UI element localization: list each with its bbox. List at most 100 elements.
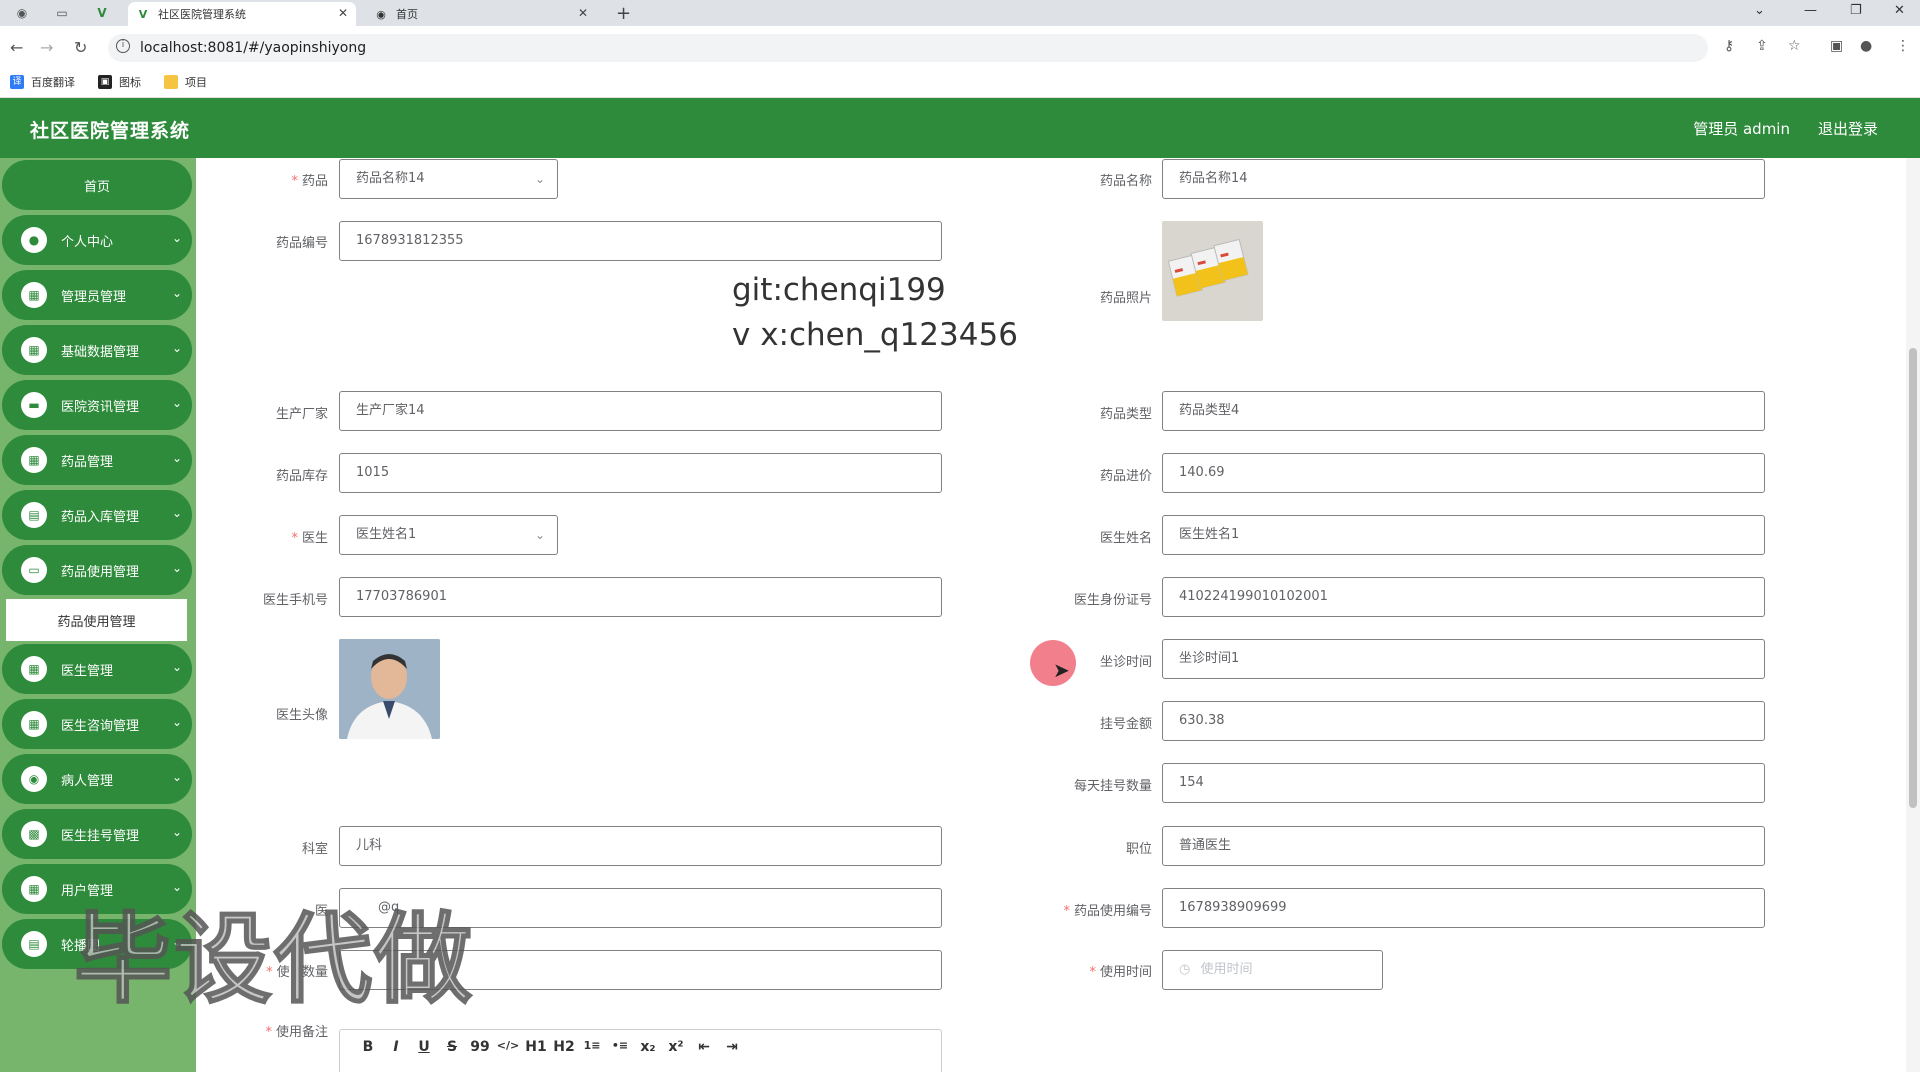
doctor-id-field[interactable]: 410224199010102001 xyxy=(1162,577,1765,617)
chevron-down-icon: ⌄ xyxy=(171,506,182,520)
doctor-phone-field[interactable]: 17703786901 xyxy=(339,577,942,617)
drug-code-field[interactable]: 1678931812355 xyxy=(339,221,942,261)
chevron-down-icon[interactable]: ⌄ xyxy=(1754,3,1765,18)
sidebar-item-label: 药品入库管理 xyxy=(61,509,140,525)
scrollbar-thumb[interactable] xyxy=(1909,348,1917,808)
sidebar-item-label: 个人中心 xyxy=(61,234,114,250)
stock-field[interactable]: 1015 xyxy=(339,453,942,493)
subscript-icon[interactable]: x₂ xyxy=(634,1039,662,1055)
drug-type-label: 药品类型 xyxy=(1099,407,1152,422)
chevron-down-icon: ⌄ xyxy=(171,286,182,300)
underline-icon[interactable]: U xyxy=(410,1039,438,1055)
doctor-name-field[interactable]: 医生姓名1 xyxy=(1162,515,1765,555)
chevron-down-icon: ⌄ xyxy=(171,396,182,410)
sidebar-subitem-drug-usage[interactable]: 药品使用管理 xyxy=(6,599,187,641)
rich-text-editor[interactable]: B I U S 99 </> H1 H2 1≡ •≡ x₂ x² ⇤ ⇥ xyxy=(339,1029,942,1072)
bookmark-project[interactable]: 项目 xyxy=(164,74,207,90)
key-icon[interactable]: ⚷ xyxy=(1724,38,1734,54)
drug-select[interactable]: 药品名称14 ⌄ xyxy=(339,159,558,199)
back-icon[interactable]: ← xyxy=(10,38,23,57)
sidebar-item-drug-stock-in[interactable]: ▤ 药品入库管理 ⌄ xyxy=(2,490,192,540)
sidebar-item-label: 药品管理 xyxy=(61,454,114,470)
grid-icon: ▦ xyxy=(21,876,47,902)
watermark-line2: v x:chen_q123456 xyxy=(732,317,1018,353)
logout-link[interactable]: 退出登录 xyxy=(1818,118,1878,139)
profile-icon[interactable]: ● xyxy=(1860,38,1872,54)
doctor-avatar-label: 医生头像 xyxy=(275,708,328,723)
stock-label: 药品库存 xyxy=(275,469,328,484)
vue-logo-icon[interactable]: V xyxy=(90,4,114,22)
tab-active[interactable]: V 社区医院管理系统 ✕ xyxy=(128,2,356,26)
superscript-icon[interactable]: x² xyxy=(662,1039,690,1055)
blank-tab-icon[interactable]: ▭ xyxy=(50,4,74,22)
sidebar-item-profile[interactable]: ● 个人中心 ⌄ xyxy=(2,215,192,265)
close-icon[interactable]: ✕ xyxy=(578,6,588,20)
sidebar-item-news[interactable]: ▬ 医院资讯管理 ⌄ xyxy=(2,380,192,430)
doctor-select-value: 医生姓名1 xyxy=(356,527,417,542)
manufacturer-field[interactable]: 生产厂家14 xyxy=(339,391,942,431)
drug-name-label: 药品名称 xyxy=(1099,174,1152,189)
doctor-avatar-image xyxy=(339,639,440,739)
use-code-field[interactable]: 1678938909699 xyxy=(1162,888,1765,928)
indent-icon[interactable]: ⇥ xyxy=(718,1039,746,1055)
github-icon[interactable]: ◉ xyxy=(10,4,34,22)
share-icon[interactable]: ⇪ xyxy=(1756,38,1768,54)
fee-label: 挂号金额 xyxy=(1099,717,1152,732)
fee-field[interactable]: 630.38 xyxy=(1162,701,1765,741)
sidebar-item-admin[interactable]: ▦ 管理员管理 ⌄ xyxy=(2,270,192,320)
bookmark-baidu-translate[interactable]: 译 百度翻译 xyxy=(10,74,75,90)
doctor-select[interactable]: 医生姓名1 ⌄ xyxy=(339,515,558,555)
h2-icon[interactable]: H2 xyxy=(550,1039,578,1055)
sidebar-item-consult[interactable]: ▦ 医生咨询管理 ⌄ xyxy=(2,699,192,749)
bold-icon[interactable]: B xyxy=(354,1039,382,1055)
star-icon[interactable]: ☆ xyxy=(1788,38,1801,54)
quote-icon[interactable]: 99 xyxy=(466,1039,494,1055)
code-icon[interactable]: </> xyxy=(494,1039,522,1055)
reload-icon[interactable]: ↻ xyxy=(74,38,87,57)
close-window-icon[interactable]: ✕ xyxy=(1894,3,1905,18)
sidebar-item-drugs[interactable]: ▦ 药品管理 ⌄ xyxy=(2,435,192,485)
sidebar-item-doctors[interactable]: ▦ 医生管理 ⌄ xyxy=(2,644,192,694)
strike-icon[interactable]: S xyxy=(438,1039,466,1055)
sidebar-item-base-data[interactable]: ▦ 基础数据管理 ⌄ xyxy=(2,325,192,375)
bookmark-label: 图标 xyxy=(119,76,141,89)
ordered-list-icon[interactable]: 1≡ xyxy=(578,1039,606,1055)
bookmark-icons[interactable]: ▣ 图标 xyxy=(98,74,141,90)
page-scrollbar[interactable] xyxy=(1906,158,1920,1072)
sidebar-subitem-label: 药品使用管理 xyxy=(57,614,136,630)
h1-icon[interactable]: H1 xyxy=(522,1039,550,1055)
restore-icon[interactable]: ❐ xyxy=(1850,3,1862,18)
sidebar-item-label: 管理员管理 xyxy=(61,289,127,305)
info-icon[interactable]: i xyxy=(116,39,130,53)
app-header: 社区医院管理系统 管理员 admin 退出登录 xyxy=(0,98,1920,158)
grid-icon: ▦ xyxy=(21,447,47,473)
use-time-label: * 使用时间 xyxy=(1089,965,1152,980)
tab-home[interactable]: ◉ 首页 ✕ xyxy=(366,2,596,26)
doctor-select-label: * 医生 xyxy=(291,531,328,546)
bookmark-label: 项目 xyxy=(185,76,207,89)
daily-count-field[interactable]: 154 xyxy=(1162,763,1765,803)
close-icon[interactable]: ✕ xyxy=(338,6,348,20)
outdent-icon[interactable]: ⇤ xyxy=(690,1039,718,1055)
sidebar-item-label: 首页 xyxy=(83,179,110,195)
price-field[interactable]: 140.69 xyxy=(1162,453,1765,493)
position-field[interactable]: 普通医生 xyxy=(1162,826,1765,866)
clinic-time-field[interactable]: 坐诊时间1 xyxy=(1162,639,1765,679)
url-field[interactable]: i localhost:8081/#/yaopinshiyong xyxy=(108,34,1708,62)
new-tab-icon[interactable]: + xyxy=(616,3,631,24)
tab-title: 首页 xyxy=(396,8,418,21)
drug-type-field[interactable]: 药品类型4 xyxy=(1162,391,1765,431)
drug-name-field[interactable]: 药品名称14 xyxy=(1162,159,1765,199)
sidebar-item-drug-usage[interactable]: ▭ 药品使用管理 ⌄ xyxy=(2,545,192,595)
use-time-picker[interactable]: ◷ 使用时间 xyxy=(1162,950,1383,990)
sidebar-item-registration[interactable]: ▩ 医生挂号管理 ⌄ xyxy=(2,809,192,859)
italic-icon[interactable]: I xyxy=(382,1039,410,1055)
sidepanel-icon[interactable]: ▣ xyxy=(1830,38,1843,54)
sidebar-item-home[interactable]: 首页 xyxy=(2,160,192,210)
forward-icon[interactable]: → xyxy=(40,38,53,57)
more-icon[interactable]: ⋮ xyxy=(1896,38,1910,54)
minimize-icon[interactable]: — xyxy=(1804,3,1817,18)
bullet-list-icon[interactable]: •≡ xyxy=(606,1039,634,1055)
department-field[interactable]: 儿科 xyxy=(339,826,942,866)
sidebar-item-patients[interactable]: ◉ 病人管理 ⌄ xyxy=(2,754,192,804)
